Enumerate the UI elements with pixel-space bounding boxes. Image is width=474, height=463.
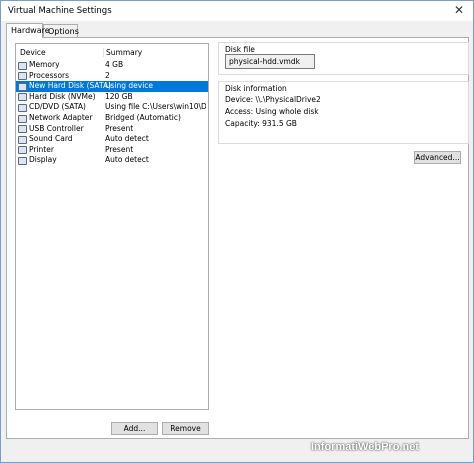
column-summary[interactable]: Summary: [103, 48, 142, 57]
device-row-usb-controller[interactable]: USB Controller Present: [16, 124, 208, 135]
remove-button[interactable]: Remove: [162, 422, 209, 435]
device-list-header: Device Summary: [16, 44, 208, 58]
device-row-display[interactable]: Display Auto detect: [16, 155, 208, 166]
device-name: Sound Card: [29, 134, 73, 144]
usb-icon: [18, 125, 27, 134]
device-name: Processors: [29, 70, 70, 80]
device-summary: Auto detect: [105, 134, 149, 144]
watermark-text: InformatiWebPro.net: [311, 441, 419, 453]
device-row-hard-disk-nvme[interactable]: Hard Disk (NVMe) 120 GB: [16, 92, 208, 103]
device-summary: 2: [105, 70, 110, 80]
sound-card-icon: [18, 135, 27, 144]
device-row-memory[interactable]: Memory 4 GB: [16, 60, 208, 71]
advanced-button[interactable]: Advanced...: [414, 151, 461, 164]
network-adapter-icon: [18, 114, 27, 123]
device-name: New Hard Disk (SATA): [29, 81, 111, 91]
device-name: USB Controller: [29, 123, 84, 133]
device-name: Printer: [29, 144, 54, 154]
device-summary: Using device: [105, 81, 154, 91]
disk-file-field[interactable]: physical-hdd.vmdk: [225, 54, 315, 69]
cd-dvd-icon: [18, 103, 27, 112]
device-row-printer[interactable]: Printer Present: [16, 145, 208, 156]
device-list[interactable]: Device Summary Memory 4 GB Processors 2 …: [15, 43, 209, 410]
memory-icon: [18, 61, 27, 70]
window-title: Virtual Machine Settings: [8, 6, 112, 16]
disk-file-label: Disk file: [224, 45, 256, 54]
device-row-new-hard-disk[interactable]: New Hard Disk (SATA) Using device: [16, 81, 208, 92]
printer-icon: [18, 146, 27, 155]
hard-disk-icon: [18, 82, 27, 91]
device-name: Network Adapter: [29, 113, 93, 122]
disk-device-text: Device: \\.\PhysicalDrive2: [225, 95, 321, 104]
disk-information-group: Disk information Device: \\.\PhysicalDri…: [218, 81, 469, 144]
hardware-panel: Device Summary Memory 4 GB Processors 2 …: [6, 37, 469, 439]
device-name: Memory: [29, 60, 60, 69]
device-name: Display: [29, 155, 57, 165]
disk-access-text: Access: Using whole disk: [225, 107, 319, 116]
device-row-sound-card[interactable]: Sound Card Auto detect: [16, 134, 208, 145]
device-row-cd-dvd[interactable]: CD/DVD (SATA) Using file C:\Users\win10\…: [16, 102, 208, 113]
disk-information-label: Disk information: [224, 84, 288, 93]
hard-disk-icon: [18, 93, 27, 102]
close-icon[interactable]: ✕: [454, 3, 464, 17]
processor-icon: [18, 72, 27, 81]
disk-capacity-text: Capacity: 931.5 GB: [225, 119, 297, 128]
device-summary: 120 GB: [105, 91, 133, 101]
tab-hardware[interactable]: Hardware: [6, 23, 50, 38]
device-summary: 4 GB: [105, 60, 124, 69]
device-summary: Present: [105, 144, 134, 154]
device-summary: Using file C:\Users\win10\Do...: [105, 102, 206, 112]
device-row-network-adapter[interactable]: Network Adapter Bridged (Automatic): [16, 113, 208, 124]
title-bar: Virtual Machine Settings ✕: [1, 1, 473, 21]
add-button[interactable]: Add...: [111, 422, 158, 435]
device-summary: Bridged (Automatic): [105, 113, 181, 122]
disk-file-group: Disk file physical-hdd.vmdk: [218, 42, 469, 75]
device-summary: Auto detect: [105, 155, 149, 165]
device-summary: Present: [105, 123, 134, 133]
device-name: Hard Disk (NVMe): [29, 91, 96, 101]
column-device[interactable]: Device: [20, 48, 46, 57]
display-icon: [18, 156, 27, 165]
device-name: CD/DVD (SATA): [29, 102, 86, 112]
device-row-processors[interactable]: Processors 2: [16, 71, 208, 82]
vm-settings-window: Virtual Machine Settings ✕ Hardware Opti…: [0, 0, 474, 463]
